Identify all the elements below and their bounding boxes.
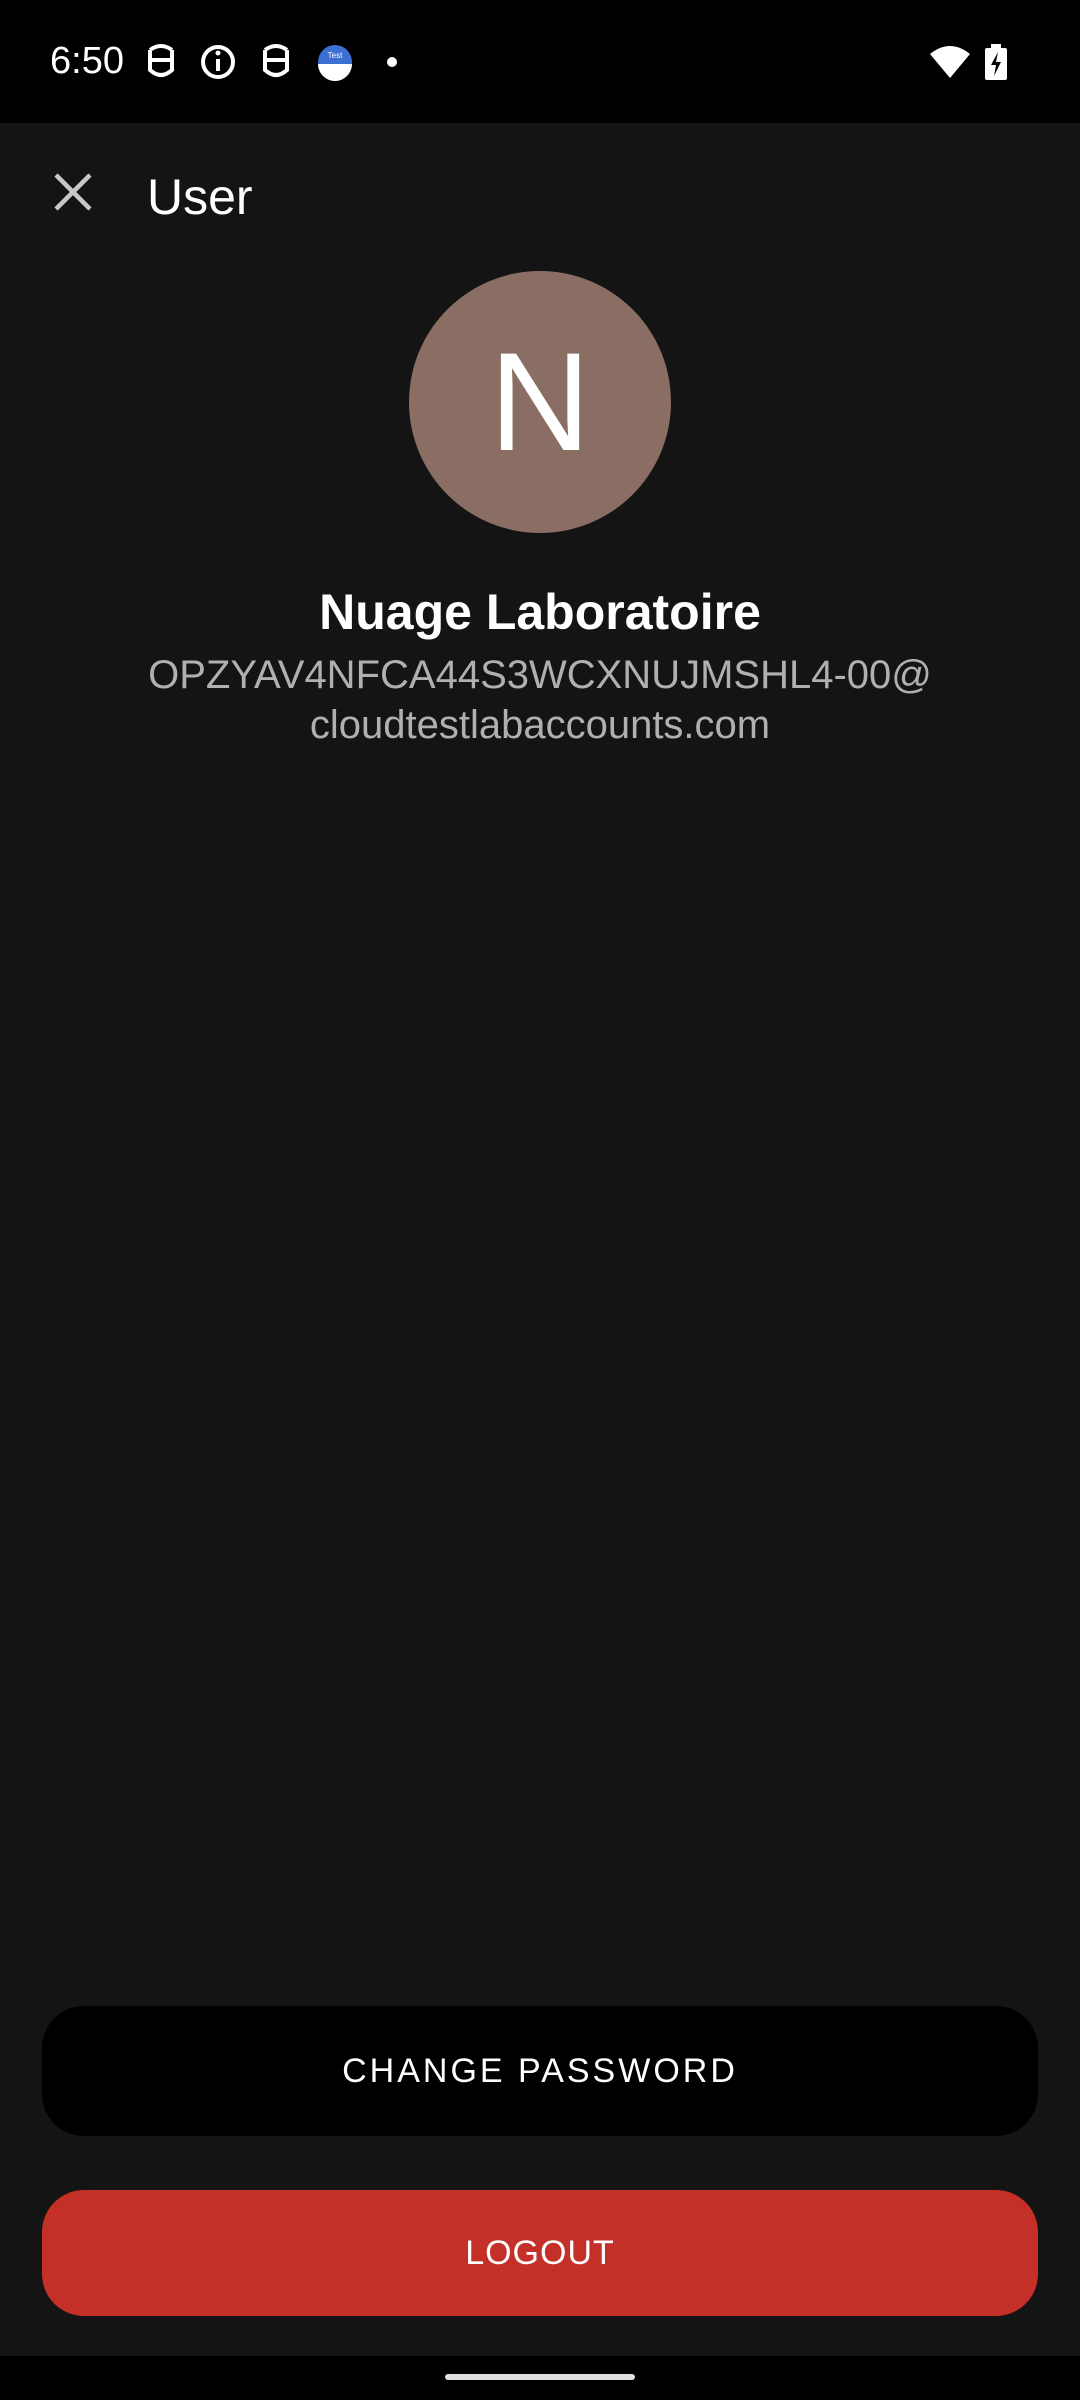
logout-label: LOGOUT [465, 2233, 615, 2272]
svg-text:Test: Test [328, 51, 343, 60]
change-password-label: CHANGE PASSWORD [342, 2051, 738, 2090]
home-handle[interactable] [445, 2374, 635, 2380]
dot-icon [385, 40, 399, 84]
user-email: OPZYAV4NFCA44S3WCXNUJMSHL4-00@cloudtestl… [148, 653, 932, 747]
user-name: Nuage Laboratoire [319, 584, 761, 640]
app-bar: User [0, 123, 1080, 273]
wifi-icon [928, 40, 972, 84]
battery-charging-icon [982, 40, 1010, 84]
close-button[interactable] [38, 159, 108, 229]
avatar: N [409, 271, 671, 533]
info-icon [198, 40, 238, 84]
change-password-button[interactable]: CHANGE PASSWORD [42, 2006, 1038, 2136]
navigation-bar [0, 2356, 1080, 2400]
status-bar: 6:50 Test [0, 0, 1080, 123]
status-time: 6:50 [50, 40, 124, 82]
user-screen: 6:50 Test User N Nuage Laboratoire OPZYA… [0, 0, 1080, 2400]
page-title: User [147, 169, 253, 225]
notification-icon [144, 40, 178, 84]
avatar-initial: N [489, 323, 591, 480]
notification-icon [259, 40, 293, 84]
logout-button[interactable]: LOGOUT [42, 2190, 1038, 2316]
close-icon [53, 172, 93, 217]
test-lab-icon: Test [315, 40, 355, 84]
